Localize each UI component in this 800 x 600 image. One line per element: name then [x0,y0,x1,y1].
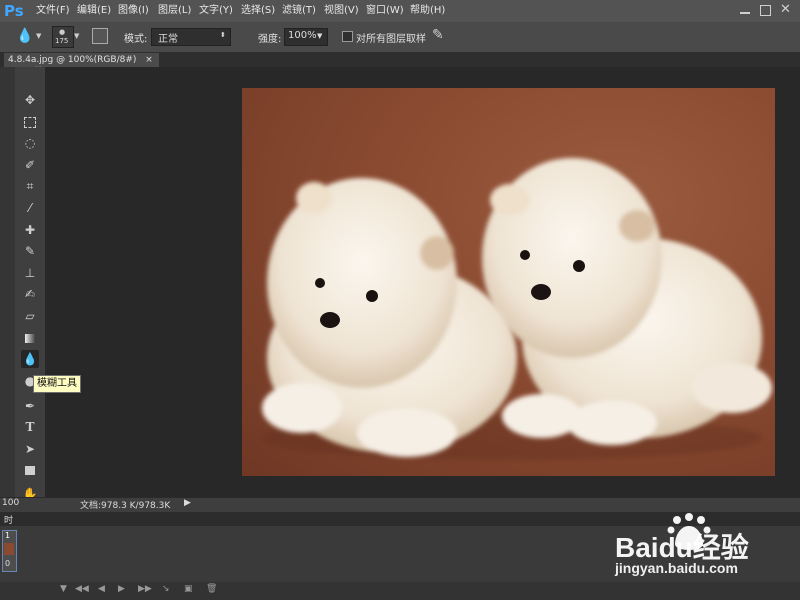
document-image[interactable] [242,88,775,476]
mode-select[interactable]: 正常 ⬍ [151,28,231,46]
previous-frame-icon[interactable]: ◀ [98,584,105,594]
tab-close-icon[interactable]: × [145,55,153,65]
next-frame-icon[interactable]: ▶▶ [138,584,152,594]
menu-filter[interactable]: 滤镜(T) [282,0,316,22]
type-tool-icon[interactable]: T [21,418,39,436]
chevron-down-icon: ▼ [317,32,323,40]
menu-window[interactable]: 窗口(W) [366,0,404,22]
chevron-down-icon[interactable]: ▼ [74,32,79,40]
strength-value: 100% [288,30,317,41]
menu-file[interactable]: 文件(F) [36,0,70,22]
lasso-tool-icon[interactable]: ◌ [21,134,39,152]
blur-tool-icon[interactable]: 💧 [21,350,39,368]
brush-dot-icon: ● [59,28,66,36]
maximize-icon[interactable] [760,5,771,16]
pressure-pen-icon[interactable]: ✎ [432,27,444,43]
chevron-down-icon[interactable]: ▼ [60,584,67,594]
play-icon[interactable]: ▶ [118,584,125,594]
blur-tool-preset-icon[interactable]: 💧 [16,28,33,44]
baidu-logo: Baidu经验 [615,513,749,563]
options-bar: 💧 ▼ ● 175 ▼ 模式: 正常 ⬍ 强度: 100% ▼ 对所有图层取样 … [0,22,800,53]
menu-type[interactable]: 文字(Y) [199,0,233,22]
brush-tool-icon[interactable]: ✎ [21,242,39,260]
timeline-tab[interactable]: 时 [4,513,13,526]
crop-tool-icon[interactable]: ⌗ [21,177,39,195]
path-selection-tool-icon[interactable]: ➤ [21,440,39,458]
zoom-readout[interactable]: 100 [2,498,19,508]
chevron-down-icon[interactable]: ▼ [36,32,41,40]
first-frame-icon[interactable]: ◀◀ [75,584,89,594]
status-menu-arrow-icon[interactable]: ▶ [184,498,191,508]
animation-frame[interactable]: 1 0 [2,530,17,572]
eraser-tool-icon[interactable]: ▱ [21,307,39,325]
menu-layer[interactable]: 图层(L) [158,0,191,22]
frame-thumbnail [4,543,14,555]
frame-delay[interactable]: 0 [5,559,10,568]
watermark-brand: Baidu经验 [615,531,749,563]
tool-tooltip: 模糊工具 [33,375,81,393]
menu-image[interactable]: 图像(I) [118,0,149,22]
menu-help[interactable]: 帮助(H) [410,0,445,22]
status-bar: 100 文档:978.3 K/978.3K ▶ [0,497,800,512]
menu-bar: Ps 文件(F) 编辑(E) 图像(I) 图层(L) 文字(Y) 选择(S) 滤… [0,0,800,22]
brush-size-picker[interactable]: ● 175 [52,26,74,48]
document-tab-title: 4.8.4a.jpg @ 100%(RGB/8#) [8,55,137,65]
baidu-jingyan-watermark: Baidu经验 jingyan.baidu.com [615,512,800,582]
minimize-icon[interactable] [740,12,750,14]
delete-frame-icon[interactable]: 🗑 [206,584,217,594]
healing-brush-tool-icon[interactable]: ✚ [21,221,39,239]
quick-select-tool-icon[interactable]: ✐ [21,156,39,174]
timeline-controls: ▼ ◀◀ ◀ ▶ ▶▶ ↘ ▣ 🗑 [0,582,800,600]
clone-stamp-tool-icon[interactable]: ⊥ [21,264,39,282]
document-tab[interactable]: 4.8.4a.jpg @ 100%(RGB/8#) × [4,53,159,67]
brush-panel-icon[interactable] [92,28,108,44]
document-tab-bar: 4.8.4a.jpg @ 100%(RGB/8#) × [0,53,800,67]
select-arrows-icon: ⬍ [220,31,226,39]
sample-all-layers-label: 对所有图层取样 [356,34,426,45]
menu-select[interactable]: 选择(S) [241,0,275,22]
move-tool-icon[interactable]: ✥ [21,91,39,109]
sample-all-layers-checkbox[interactable] [342,31,353,42]
new-frame-icon[interactable]: ▣ [184,584,193,594]
menu-edit[interactable]: 编辑(E) [77,0,111,22]
strength-label: 强度: [258,34,282,45]
pen-tool-icon[interactable]: ✒ [21,397,39,415]
close-icon[interactable]: ✕ [780,2,791,17]
eyedropper-tool-icon[interactable]: ⁄ [21,199,39,217]
gradient-tool-icon[interactable] [21,329,39,347]
document-size-info: 文档:978.3 K/978.3K [80,501,171,511]
brush-size-value: 175 [55,37,69,45]
mode-label: 模式: [124,34,148,45]
mode-value: 正常 [158,34,178,45]
photoshop-logo: Ps [4,2,24,20]
rectangle-tool-icon[interactable] [21,461,39,479]
tween-icon[interactable]: ↘ [162,584,170,594]
marquee-tool-icon[interactable] [21,113,39,131]
menu-view[interactable]: 视图(V) [324,0,359,22]
strength-input[interactable]: 100% ▼ [284,28,328,46]
history-brush-tool-icon[interactable]: ✍ [21,285,39,303]
watermark-url: jingyan.baidu.com [615,560,738,576]
frame-number: 1 [5,531,11,540]
puppies-photo [262,158,772,460]
